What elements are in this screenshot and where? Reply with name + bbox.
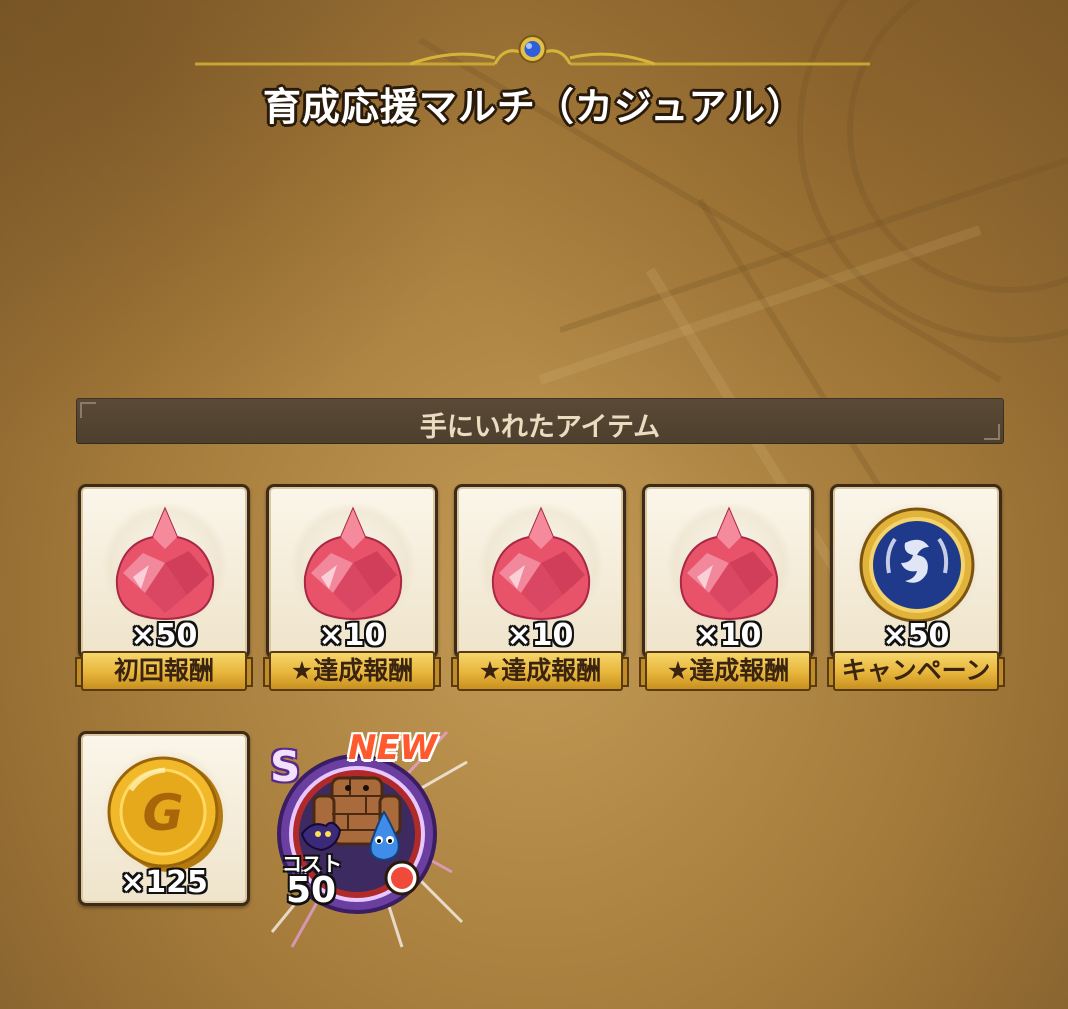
reward-item[interactable]: ×50 キャンペーン xyxy=(827,484,1005,691)
item-ribbon: ★達成報酬 xyxy=(451,651,629,691)
ribbon-label: ★達成報酬 xyxy=(269,651,435,691)
title-ornament xyxy=(195,35,870,66)
gold-coin-icon: G xyxy=(107,756,223,872)
reward-item[interactable]: ×50 初回報酬 xyxy=(75,484,253,691)
reward-item[interactable]: ×10 ★達成報酬 xyxy=(451,484,629,691)
item-ribbon: ★達成報酬 xyxy=(263,651,441,691)
gem-icon xyxy=(303,506,403,620)
cost-value: 50 xyxy=(286,870,337,911)
medal-icon xyxy=(859,507,975,623)
reward-item[interactable]: ×10 ★達成報酬 xyxy=(263,484,441,691)
item-quantity: ×10 xyxy=(694,618,762,653)
item-quantity: ×125 xyxy=(120,865,208,900)
section-title: 手にいれたアイテム xyxy=(419,412,661,443)
gem-icon xyxy=(679,506,779,620)
gem-icon xyxy=(491,506,591,620)
gem-icon xyxy=(115,506,215,620)
item-ribbon: キャンペーン xyxy=(827,651,1005,691)
item-quantity: ×50 xyxy=(130,618,198,653)
ribbon-label: キャンペーン xyxy=(833,651,999,691)
ribbon-label: 初回報酬 xyxy=(81,651,247,691)
rank-badge: S xyxy=(270,742,301,791)
reward-item[interactable]: G ×125 xyxy=(78,731,250,906)
item-quantity: ×50 xyxy=(882,618,950,653)
page-title: 育成応援マルチ（カジュアル） xyxy=(262,85,806,129)
item-ribbon: 初回報酬 xyxy=(75,651,253,691)
reward-item[interactable]: ×10 ★達成報酬 xyxy=(639,484,817,691)
monster-reward[interactable]: S NEW コスト 50 xyxy=(262,722,472,950)
ribbon-label: ★達成報酬 xyxy=(645,651,811,691)
item-quantity: ×10 xyxy=(506,618,574,653)
new-badge: NEW xyxy=(348,728,438,768)
section-header: 手にいれたアイテム xyxy=(76,398,1004,444)
ribbon-label: ★達成報酬 xyxy=(457,651,623,691)
svg-text:G: G xyxy=(142,784,183,842)
item-ribbon: ★達成報酬 xyxy=(639,651,817,691)
item-quantity: ×10 xyxy=(318,618,386,653)
